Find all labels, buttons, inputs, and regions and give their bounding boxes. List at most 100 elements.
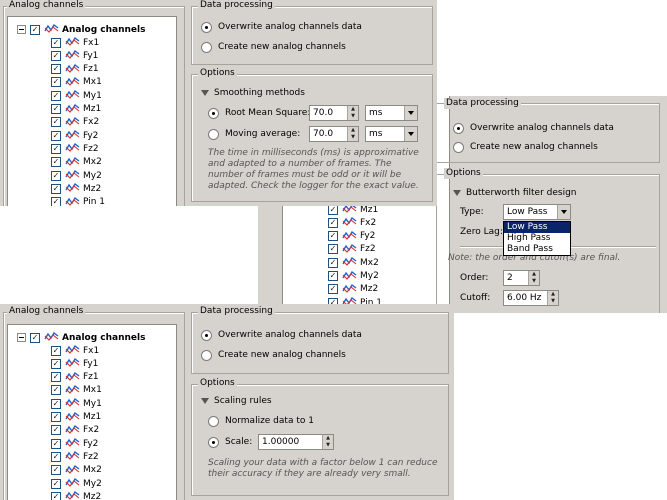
checkbox-checked-icon[interactable]: ✓	[328, 217, 338, 228]
channel-item[interactable]: ✓ Fx2	[51, 116, 99, 129]
scaling-section-toggle[interactable]: Scaling rules	[201, 393, 272, 409]
rms-unit-combo[interactable]: ms	[365, 105, 418, 121]
type-dropdown-list[interactable]: Low Pass High Pass Band Pass	[503, 221, 571, 256]
spin-buttons[interactable]: ▲ ▼	[347, 106, 358, 120]
checkbox-checked-icon[interactable]: ✓	[51, 157, 61, 168]
checkbox-checked-icon[interactable]: ✓	[328, 204, 338, 215]
dropdown-arrow-icon[interactable]	[404, 127, 417, 141]
checkbox-checked-icon[interactable]: ✓	[51, 50, 61, 61]
channel-item[interactable]: ✓ Mz2	[51, 490, 101, 500]
checkbox-checked-icon[interactable]: ✓	[51, 170, 61, 181]
moving-average-radio[interactable]	[208, 128, 219, 140]
channel-item[interactable]: ✓ Mx1	[51, 384, 102, 397]
checkbox-checked-icon[interactable]: ✓	[51, 345, 61, 356]
normalize-row[interactable]: Normalize data to 1	[208, 413, 314, 429]
rms-radio[interactable]	[208, 107, 219, 119]
channel-item[interactable]: ✓ Fy1	[51, 357, 98, 370]
tree-root[interactable]: ✓ Analog channels	[17, 23, 145, 36]
moving-average-spinbox[interactable]: 70.0 ▲ ▼	[309, 126, 359, 142]
channel-item[interactable]: ✓ Mz2	[51, 182, 101, 195]
type-combo[interactable]: Low Pass	[503, 204, 571, 220]
checkbox-checked-icon[interactable]: ✓	[328, 284, 338, 295]
channel-item[interactable]: ✓ Pin 1	[51, 196, 105, 206]
moving-average-unit-combo[interactable]: ms	[365, 126, 418, 142]
checkbox-checked-icon[interactable]: ✓	[30, 24, 40, 35]
channel-item[interactable]: ✓ Mx2	[51, 464, 102, 477]
checkbox-checked-icon[interactable]: ✓	[328, 244, 338, 255]
channel-item[interactable]: ✓ Fy2	[51, 437, 98, 450]
dropdown-option-high-pass[interactable]: High Pass	[504, 233, 570, 244]
checkbox-checked-icon[interactable]: ✓	[51, 358, 61, 369]
channel-item[interactable]: ✓ Fz2	[51, 142, 99, 155]
checkbox-checked-icon[interactable]: ✓	[51, 385, 61, 396]
dropdown-option-band-pass[interactable]: Band Pass	[504, 244, 570, 255]
rms-spinbox[interactable]: 70.0 ▲ ▼	[309, 105, 359, 121]
checkbox-checked-icon[interactable]: ✓	[51, 451, 61, 462]
channel-item[interactable]: ✓ Fy2	[51, 129, 98, 142]
normalize-radio[interactable]	[208, 415, 219, 427]
checkbox-checked-icon[interactable]: ✓	[51, 117, 61, 128]
checkbox-checked-icon[interactable]: ✓	[51, 64, 61, 75]
dropdown-arrow-icon[interactable]	[557, 205, 570, 219]
channel-item[interactable]: ✓ Mx2	[328, 256, 379, 269]
checkbox-checked-icon[interactable]: ✓	[328, 231, 338, 242]
checkbox-checked-icon[interactable]: ✓	[51, 130, 61, 141]
checkbox-checked-icon[interactable]: ✓	[328, 271, 338, 281]
scale-spinbox[interactable]: 1.00000 ▲ ▼	[258, 434, 334, 450]
create-new-radio[interactable]: Create new analog channels	[201, 348, 346, 362]
spin-buttons[interactable]: ▲ ▼	[347, 127, 358, 141]
channel-item[interactable]: ✓ Fx2	[328, 216, 376, 229]
channel-item[interactable]: ✓ My2	[328, 270, 379, 283]
checkbox-checked-icon[interactable]: ✓	[51, 425, 61, 436]
collapse-icon[interactable]	[17, 333, 26, 342]
order-spinbox[interactable]: 2 ▲ ▼	[503, 270, 540, 286]
spin-buttons[interactable]: ▲ ▼	[547, 291, 558, 305]
channel-item[interactable]: ✓ My1	[51, 89, 102, 102]
checkbox-checked-icon[interactable]: ✓	[30, 332, 40, 343]
collapse-icon[interactable]	[17, 25, 26, 34]
checkbox-checked-icon[interactable]: ✓	[51, 465, 61, 476]
channel-item[interactable]: ✓ Mz1	[51, 103, 101, 116]
channel-item[interactable]: ✓ Mz1	[51, 411, 101, 424]
overwrite-radio[interactable]: Overwrite analog channels data	[201, 328, 362, 342]
checkbox-checked-icon[interactable]: ✓	[51, 77, 61, 88]
spin-buttons[interactable]: ▲ ▼	[528, 271, 539, 285]
checkbox-checked-icon[interactable]: ✓	[51, 197, 61, 206]
channel-item[interactable]: ✓ Fz2	[51, 450, 99, 463]
checkbox-checked-icon[interactable]: ✓	[51, 90, 61, 101]
channel-item[interactable]: ✓ My1	[51, 397, 102, 410]
checkbox-checked-icon[interactable]: ✓	[51, 183, 61, 194]
channel-item[interactable]: ✓ Fz2	[328, 243, 376, 256]
checkbox-checked-icon[interactable]: ✓	[51, 438, 61, 449]
channel-item[interactable]: ✓ Fx2	[51, 424, 99, 437]
dropdown-arrow-icon[interactable]	[404, 106, 417, 120]
channel-item[interactable]: ✓ Mx2	[51, 156, 102, 169]
checkbox-checked-icon[interactable]: ✓	[51, 491, 61, 500]
channel-item[interactable]: ✓ Mz2	[328, 283, 378, 296]
overwrite-radio[interactable]: Overwrite analog channels data	[453, 121, 614, 135]
checkbox-checked-icon[interactable]: ✓	[51, 372, 61, 383]
checkbox-checked-icon[interactable]: ✓	[51, 478, 61, 489]
checkbox-checked-icon[interactable]: ✓	[51, 104, 61, 114]
checkbox-checked-icon[interactable]: ✓	[51, 143, 61, 154]
dropdown-option-low-pass[interactable]: Low Pass	[504, 222, 570, 233]
tree-root[interactable]: ✓ Analog channels	[17, 331, 145, 344]
channel-item[interactable]: ✓ Fx1	[51, 36, 99, 49]
checkbox-checked-icon[interactable]: ✓	[328, 257, 338, 268]
channel-item[interactable]: ✓ Mx1	[51, 76, 102, 89]
spin-buttons[interactable]: ▲ ▼	[322, 435, 333, 449]
channel-item[interactable]: ✓ My2	[51, 169, 102, 182]
channel-item[interactable]: ✓ Fy1	[51, 49, 98, 62]
scale-radio[interactable]	[208, 436, 219, 448]
create-new-radio[interactable]: Create new analog channels	[453, 140, 598, 154]
channel-item[interactable]: ✓ My2	[51, 477, 102, 490]
overwrite-radio[interactable]: Overwrite analog channels data	[201, 20, 362, 34]
cutoff-spinbox[interactable]: 6.00 Hz ▲ ▼	[503, 290, 559, 306]
butterworth-section-toggle[interactable]: Butterworth filter design	[453, 185, 577, 201]
channel-item[interactable]: ✓ Fz1	[51, 63, 99, 76]
checkbox-checked-icon[interactable]: ✓	[51, 398, 61, 409]
channel-item[interactable]: ✓ Fz1	[51, 371, 99, 384]
smoothing-section-toggle[interactable]: Smoothing methods	[201, 85, 305, 101]
checkbox-checked-icon[interactable]: ✓	[51, 412, 61, 422]
create-new-radio[interactable]: Create new analog channels	[201, 40, 346, 54]
